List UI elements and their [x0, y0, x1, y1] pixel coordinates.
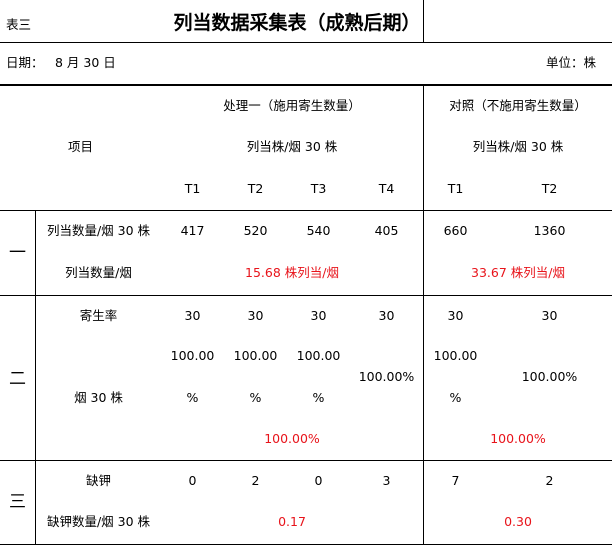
unit-label: 单位：株: [546, 55, 597, 70]
table-number: 表三: [6, 17, 32, 32]
table-cell: 520: [243, 223, 268, 238]
table-cell: 2: [251, 473, 260, 488]
column-header: T3: [310, 181, 327, 196]
header-treatment-sub: 列当株/烟 30 株: [246, 139, 338, 154]
table-cell: 30: [541, 308, 558, 323]
grid-line: [0, 210, 612, 211]
table-cell-merged: 0.30: [504, 514, 532, 529]
table-cell: 405: [374, 223, 399, 238]
table-cell: 7: [451, 473, 460, 488]
table-cell: 660: [443, 223, 468, 238]
table-cell: %: [312, 390, 325, 405]
table-cell: 100.00: [170, 348, 215, 363]
table-cell: 100.00: [233, 348, 278, 363]
table-cell: 0: [188, 473, 197, 488]
table-cell: %: [249, 390, 262, 405]
table-cell: %: [186, 390, 199, 405]
table-cell: 30: [378, 308, 395, 323]
row-label: 缺钾: [85, 473, 111, 488]
table-cell-merged: 100.00%: [264, 431, 320, 446]
table-cell: 30: [310, 308, 327, 323]
row-label: 烟 30 株: [74, 390, 123, 405]
table-cell: 0: [314, 473, 323, 488]
grid-line: [0, 460, 612, 461]
table-cell: 2: [545, 473, 554, 488]
table-cell: 30: [184, 308, 201, 323]
table-cell: 100.00: [433, 348, 478, 363]
section-number: 一: [9, 243, 26, 263]
row-label: 寄生率: [79, 308, 118, 323]
header-treatment-title: 处理一（施用寄生数量）: [223, 98, 361, 113]
table-cell: 1360: [533, 223, 566, 238]
row-label: 列当数量/烟: [65, 265, 132, 280]
column-header: T1: [184, 181, 201, 196]
header-item: 项目: [67, 139, 93, 154]
grid-line: [0, 42, 612, 43]
table-cell: 30: [447, 308, 464, 323]
grid-line: [0, 295, 612, 296]
date-value: 8 月 30 日: [55, 55, 116, 70]
column-header: T2: [541, 181, 558, 196]
grid-line: [35, 210, 36, 545]
date-label: 日期：: [6, 55, 44, 70]
section-number: 二: [9, 369, 26, 389]
table-cell: 3: [382, 473, 391, 488]
row-label: 缺钾数量/烟 30 株: [46, 514, 151, 529]
table-cell: %: [449, 390, 462, 405]
table-cell-merged: 15.68 株列当/烟: [245, 265, 339, 280]
table-cell-merged: 100.00%: [490, 431, 546, 446]
table-cell: 100.00%: [521, 369, 578, 384]
table-cell: 100.00: [296, 348, 341, 363]
column-header: T1: [447, 181, 464, 196]
row-label: 列当数量/烟 30 株: [46, 223, 151, 238]
grid-line: [0, 84, 612, 86]
header-control-title: 对照（不施用寄生数量）: [449, 98, 587, 113]
column-header: T2: [247, 181, 264, 196]
table-cell: 100.00%: [358, 369, 415, 384]
table-cell-merged: 0.17: [278, 514, 306, 529]
column-header: T4: [378, 181, 395, 196]
table-cell: 30: [247, 308, 264, 323]
header-control-sub: 列当株/烟 30 株: [472, 139, 564, 154]
page-title: 列当数据采集表（成熟后期）: [173, 12, 421, 34]
section-number: 三: [9, 492, 26, 512]
table-cell: 417: [180, 223, 205, 238]
table-cell-merged: 33.67 株列当/烟: [471, 265, 565, 280]
table-cell: 540: [306, 223, 331, 238]
